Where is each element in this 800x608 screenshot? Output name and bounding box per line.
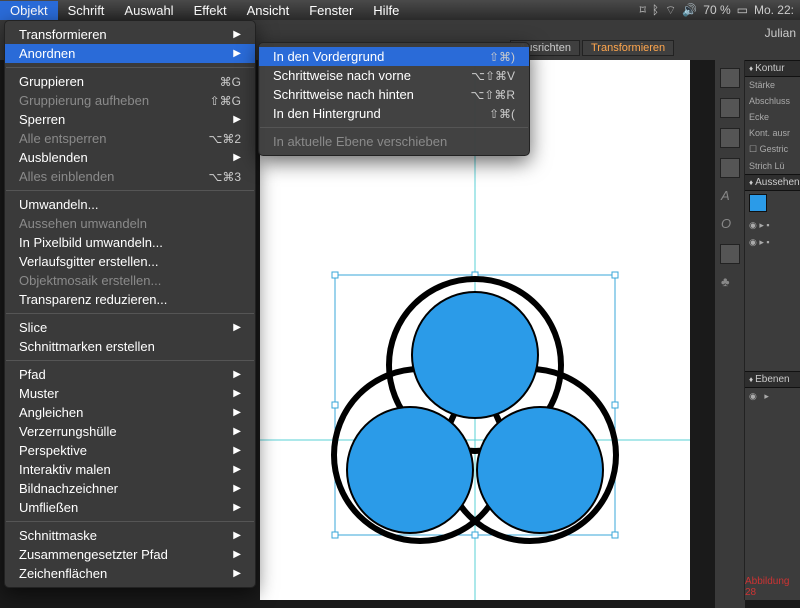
panel-header-ebenen[interactable]: ♦Ebenen xyxy=(745,371,800,388)
panel-header-aussehen[interactable]: ♦Aussehen xyxy=(745,174,800,191)
panel-row[interactable]: ◉ ▸ ▪ xyxy=(745,217,800,234)
menu-item[interactable]: Umwandeln... xyxy=(5,195,255,214)
panel-row: Abschluss xyxy=(745,93,800,109)
appearance-swatch-row[interactable] xyxy=(745,191,800,217)
menu-item[interactable]: Ausblenden▶ xyxy=(5,148,255,167)
menu-item[interactable]: Schnittmaske▶ xyxy=(5,526,255,545)
submenu-arrow-icon: ▶ xyxy=(233,48,241,59)
panel-row[interactable]: ☐ Gestric xyxy=(745,141,800,158)
menu-item: Aussehen umwandeln xyxy=(5,214,255,233)
wifi-icon: ⌔ xyxy=(665,3,676,18)
menu-item[interactable]: In Pixelbild umwandeln... xyxy=(5,233,255,252)
menu-item: Alles einblenden⌥⌘3 xyxy=(5,167,255,186)
menu-auswahl[interactable]: Auswahl xyxy=(114,1,183,20)
panel-icon[interactable] xyxy=(720,158,740,178)
menu-item[interactable]: Zeichenflächen▶ xyxy=(5,564,255,583)
submenu-arrow-icon: ▶ xyxy=(233,426,241,437)
tab-transformieren[interactable]: Transformieren xyxy=(582,40,674,56)
mac-menubar: ObjektSchriftAuswahlEffektAnsichtFenster… xyxy=(0,0,800,20)
panel-row: Kont. ausr xyxy=(745,125,800,141)
fill-swatch[interactable] xyxy=(749,194,767,212)
panel-icon[interactable] xyxy=(720,128,740,148)
anordnen-submenu: In den Vordergrund⇧⌘)Schrittweise nach v… xyxy=(258,42,530,156)
submenu-arrow-icon: ▶ xyxy=(233,388,241,399)
menu-item[interactable]: Angleichen▶ xyxy=(5,403,255,422)
menu-item[interactable]: Schnittmarken erstellen xyxy=(5,337,255,356)
clock-text: Mo. 22: xyxy=(754,3,794,17)
menu-item[interactable]: Gruppieren⌘G xyxy=(5,72,255,91)
panel-row[interactable]: ◉ ▸ ▪ xyxy=(745,234,800,251)
panel-icon[interactable] xyxy=(720,244,740,264)
menu-hilfe[interactable]: Hilfe xyxy=(363,1,409,20)
panel-icon-strip: A O ♣ xyxy=(715,60,745,608)
panel-row: Strich Lü xyxy=(745,158,800,174)
battery-icon: ▭ xyxy=(737,3,748,17)
menu-item[interactable]: Transparenz reduzieren... xyxy=(5,290,255,309)
bluetooth-icon: ᛒ xyxy=(652,3,659,17)
menu-item[interactable]: Interaktiv malen▶ xyxy=(5,460,255,479)
panel-row: Ecke xyxy=(745,109,800,125)
submenu-arrow-icon: ▶ xyxy=(233,464,241,475)
layer-row[interactable]: ◉ ▸ xyxy=(745,388,800,405)
panel-row: Stärke xyxy=(745,77,800,93)
menu-effekt[interactable]: Effekt xyxy=(184,1,237,20)
menu-item: Alle entsperren⌥⌘2 xyxy=(5,129,255,148)
user-name: Julian xyxy=(765,26,796,40)
objekt-menu: Transformieren▶Anordnen▶ Gruppieren⌘GGrup… xyxy=(4,20,256,588)
menu-item: In aktuelle Ebene verschieben xyxy=(259,132,529,151)
panel-icon[interactable]: A xyxy=(721,188,739,206)
right-panels: ♦Kontur Stärke Abschluss Ecke Kont. ausr… xyxy=(744,60,800,600)
volume-icon: 🔊 xyxy=(682,3,697,17)
menu-item[interactable]: Pfad▶ xyxy=(5,365,255,384)
menu-item[interactable]: Perspektive▶ xyxy=(5,441,255,460)
submenu-arrow-icon: ▶ xyxy=(233,530,241,541)
menu-item[interactable]: Slice▶ xyxy=(5,318,255,337)
menu-item[interactable]: Sperren▶ xyxy=(5,110,255,129)
panel-header-kontur[interactable]: ♦Kontur xyxy=(745,60,800,77)
menu-item[interactable]: Schrittweise nach vorne⌥⇧⌘V xyxy=(259,66,529,85)
menu-item: Gruppierung aufheben⇧⌘G xyxy=(5,91,255,110)
figure-caption: Abbildung 28 xyxy=(745,576,796,598)
menu-item[interactable]: In den Vordergrund⇧⌘) xyxy=(259,47,529,66)
menu-item[interactable]: Verlaufsgitter erstellen... xyxy=(5,252,255,271)
submenu-arrow-icon: ▶ xyxy=(233,369,241,380)
panel-icon[interactable]: O xyxy=(721,216,739,234)
submenu-arrow-icon: ▶ xyxy=(233,568,241,579)
menu-ansicht[interactable]: Ansicht xyxy=(237,1,300,20)
menu-fenster[interactable]: Fenster xyxy=(299,1,363,20)
submenu-arrow-icon: ▶ xyxy=(233,152,241,163)
submenu-arrow-icon: ▶ xyxy=(233,483,241,494)
menu-item[interactable]: In den Hintergrund⇧⌘( xyxy=(259,104,529,123)
submenu-arrow-icon: ▶ xyxy=(233,549,241,560)
submenu-arrow-icon: ▶ xyxy=(233,445,241,456)
menu-item[interactable]: Zusammengesetzter Pfad▶ xyxy=(5,545,255,564)
menubar-status: ⌑ ᛒ ⌔ 🔊 70 % ▭ Mo. 22: xyxy=(634,1,800,20)
menu-item[interactable]: Umfließen▶ xyxy=(5,498,255,517)
submenu-arrow-icon: ▶ xyxy=(233,502,241,513)
menu-item[interactable]: Muster▶ xyxy=(5,384,255,403)
dropbox-icon: ⌑ xyxy=(640,3,646,17)
panel-icon[interactable] xyxy=(720,68,740,88)
control-tabs: AusrichtenTransformieren xyxy=(510,40,674,56)
submenu-arrow-icon: ▶ xyxy=(233,407,241,418)
menu-item[interactable]: Schrittweise nach hinten⌥⇧⌘R xyxy=(259,85,529,104)
submenu-arrow-icon: ▶ xyxy=(233,29,241,40)
menu-schrift[interactable]: Schrift xyxy=(58,1,115,20)
menu-item[interactable]: Anordnen▶ xyxy=(5,44,255,63)
submenu-arrow-icon: ▶ xyxy=(233,114,241,125)
menu-item[interactable]: Verzerrungshülle▶ xyxy=(5,422,255,441)
menu-item: Objektmosaik erstellen... xyxy=(5,271,255,290)
panel-icon[interactable] xyxy=(720,98,740,118)
menu-item[interactable]: Bildnachzeichner▶ xyxy=(5,479,255,498)
submenu-arrow-icon: ▶ xyxy=(233,322,241,333)
menu-item[interactable]: Transformieren▶ xyxy=(5,25,255,44)
panel-icon[interactable]: ♣ xyxy=(721,274,739,292)
battery-percent: 70 % xyxy=(703,3,730,17)
menu-objekt[interactable]: Objekt xyxy=(0,1,58,20)
